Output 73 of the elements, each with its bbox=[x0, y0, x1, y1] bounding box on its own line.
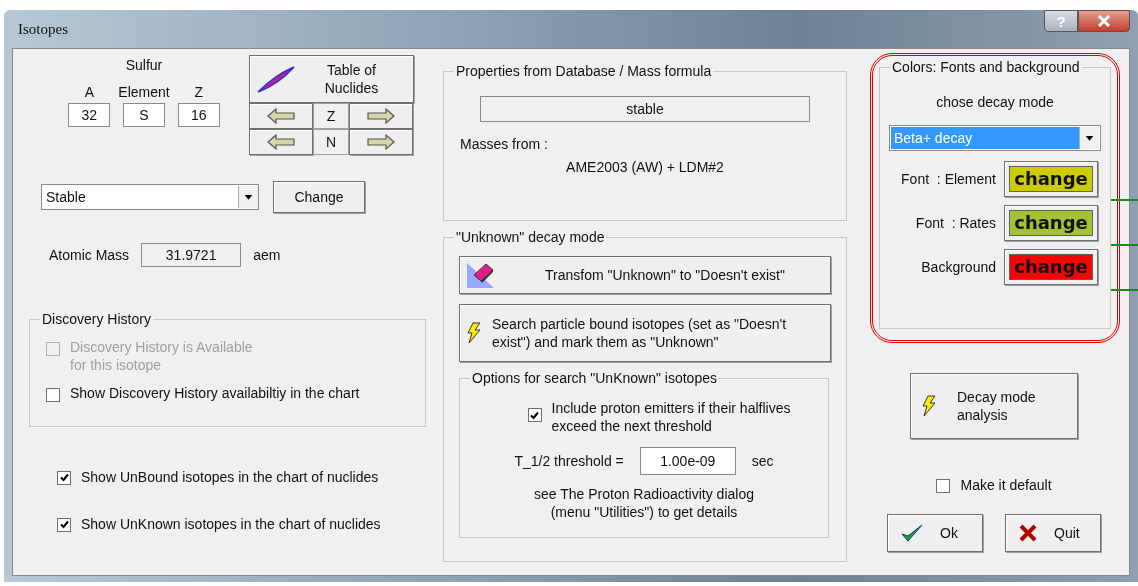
close-icon bbox=[1097, 15, 1111, 27]
checkbox-label: Discovery History is Available for this isotope bbox=[70, 338, 253, 374]
atomic-mass-field: 31.9721 bbox=[141, 243, 242, 267]
group-title: "Unknown" decay mode bbox=[454, 228, 607, 246]
close-icon bbox=[1018, 523, 1038, 543]
checkbox-label: Make it default bbox=[960, 476, 1052, 495]
input-field[interactable]: 32 bbox=[68, 103, 111, 127]
unit-label: aem bbox=[253, 245, 281, 265]
element-name: Sulfur bbox=[125, 56, 163, 75]
eraser-icon bbox=[466, 261, 496, 289]
color-row-label: Background bbox=[921, 257, 996, 277]
search-button[interactable]: Search particle bound isotopes (set as "Doesn't exist") and mark them as "Unknown" bbox=[459, 304, 831, 362]
leader-line bbox=[1111, 289, 1138, 291]
field-label: Z bbox=[194, 83, 203, 102]
checkbox[interactable] bbox=[57, 517, 71, 532]
checkbox[interactable] bbox=[46, 388, 60, 402]
next-button[interactable] bbox=[349, 129, 413, 155]
checkbox-label: Include proton emitters if their halflives exceed the next threshold bbox=[551, 399, 791, 435]
lightning-icon bbox=[921, 395, 937, 417]
transform-button[interactable]: Transfom "Unknown" to "Doesn't exist" bbox=[459, 256, 831, 294]
checkmark-icon bbox=[900, 523, 924, 543]
left-arrow-icon bbox=[267, 108, 295, 124]
color-row-label: Font : Element bbox=[901, 169, 996, 189]
checkbox[interactable] bbox=[57, 470, 71, 485]
input-field[interactable]: 16 bbox=[177, 103, 220, 127]
threshold-label: T_1/2 threshold = bbox=[514, 451, 624, 471]
group-title: Properties from Database / Mass formula bbox=[454, 62, 714, 80]
prompt-label: chose decay mode bbox=[936, 93, 1054, 112]
unit-label: sec bbox=[751, 451, 774, 471]
quit-button[interactable]: Quit bbox=[1005, 514, 1101, 552]
color-row-label: Font : Rates bbox=[915, 213, 996, 233]
table-of-nuclides-button[interactable]: Table of Nuclides bbox=[249, 55, 414, 103]
decay-analysis-button[interactable]: Decay mode analysis bbox=[910, 373, 1078, 439]
atomic-mass-label: Atomic Mass bbox=[49, 245, 130, 265]
threshold-field[interactable]: 1.00e-09 bbox=[639, 447, 736, 475]
group-title: Discovery History bbox=[40, 310, 153, 328]
masses-value: AME2003 (AW) + LDM#2 bbox=[566, 158, 724, 177]
checkbox[interactable] bbox=[527, 408, 542, 422]
window-title: Isotopes bbox=[18, 19, 68, 39]
next-button[interactable] bbox=[349, 103, 413, 129]
checkmark-icon bbox=[530, 410, 540, 420]
lightning-icon bbox=[466, 322, 482, 344]
left-arrow-icon bbox=[267, 134, 295, 150]
help-note: see The Proton Radioactivity dialog (menu "Utilities") to get details bbox=[534, 485, 754, 521]
checkmark-icon bbox=[59, 520, 69, 529]
axis-label: Z bbox=[313, 103, 349, 129]
change-color-button[interactable]: change bbox=[1004, 161, 1098, 197]
decay-mode-dropdown[interactable]: Stable bbox=[41, 184, 259, 210]
checkbox-label: Show UnKnown isotopes in the chart of nuclides bbox=[81, 515, 381, 534]
axis-label: N bbox=[313, 129, 349, 155]
checkbox-label: Show UnBound isotopes in the chart of nuclides bbox=[81, 468, 379, 487]
change-button[interactable]: Change bbox=[273, 181, 365, 213]
close-button[interactable] bbox=[1078, 10, 1130, 32]
ok-button[interactable]: Ok bbox=[887, 514, 983, 552]
checkmark-icon bbox=[59, 473, 69, 482]
right-arrow-icon bbox=[367, 108, 395, 124]
change-color-button[interactable]: change bbox=[1004, 249, 1098, 285]
group-title: Options for search "UnKnown" isotopes bbox=[470, 369, 719, 387]
change-color-button[interactable]: change bbox=[1004, 205, 1098, 241]
leader-line bbox=[1111, 199, 1138, 201]
previous-button[interactable] bbox=[249, 129, 313, 155]
status-field: stable bbox=[480, 96, 810, 122]
right-arrow-icon bbox=[367, 134, 395, 150]
previous-button[interactable] bbox=[249, 103, 313, 129]
checkbox-label: Show Discovery History availabiltiy in the chart bbox=[70, 384, 360, 402]
masses-label: Masses from : bbox=[460, 135, 548, 154]
field-label: A bbox=[84, 83, 94, 102]
field-label: Element bbox=[118, 83, 170, 102]
feather-icon bbox=[256, 64, 296, 94]
leader-line bbox=[1111, 244, 1138, 246]
input-field[interactable]: S bbox=[123, 103, 165, 127]
group-title: Colors: Fonts and background bbox=[890, 58, 1082, 76]
checkbox[interactable] bbox=[936, 478, 951, 493]
